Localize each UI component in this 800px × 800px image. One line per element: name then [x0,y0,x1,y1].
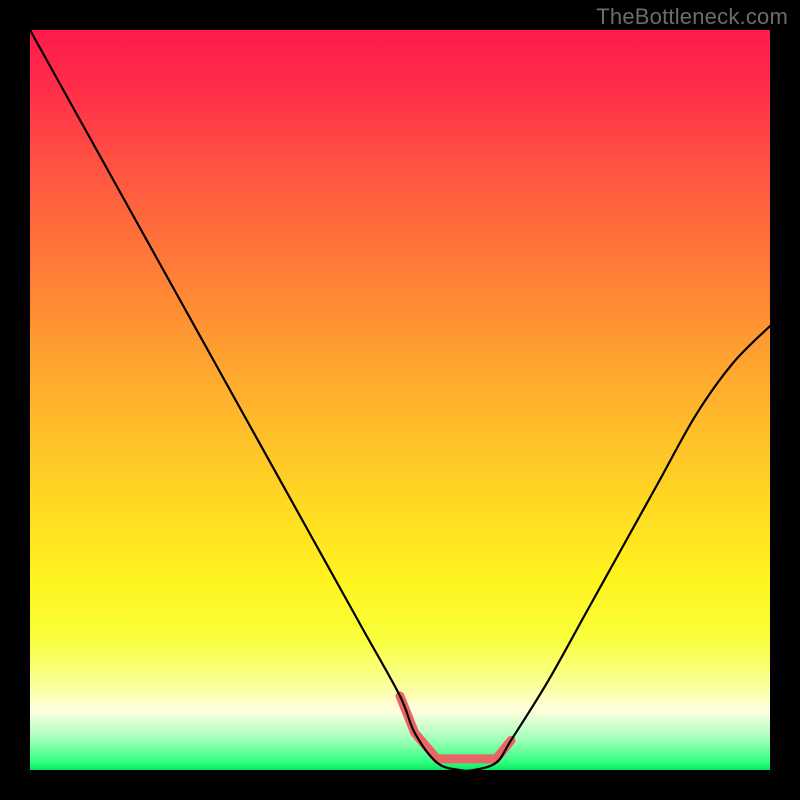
bottleneck-curve [30,30,770,770]
curve-svg [30,30,770,770]
chart-frame: TheBottleneck.com [0,0,800,800]
watermark-label: TheBottleneck.com [596,4,788,30]
plot-area [30,30,770,770]
min-highlight-band [400,696,511,759]
